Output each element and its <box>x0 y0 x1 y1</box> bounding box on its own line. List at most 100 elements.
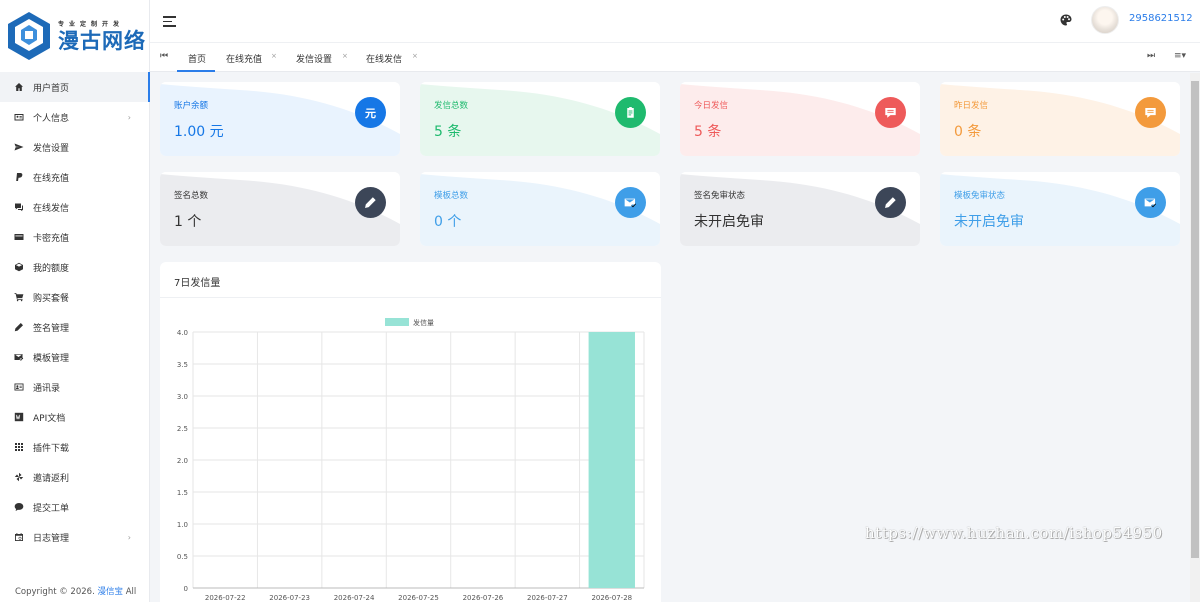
stat-card-value: 0 个 <box>434 214 462 230</box>
sidebar-item[interactable]: 日志管理 › <box>0 522 149 552</box>
tab-home[interactable]: 首页 <box>188 52 206 65</box>
legend-swatch <box>385 318 409 326</box>
paypal-icon <box>13 171 25 183</box>
sidebar-item-label: 发信设置 <box>33 143 70 154</box>
active-tab-indicator <box>177 70 215 72</box>
stat-card[interactable]: 签名免审状态 未开启免审 <box>680 172 920 246</box>
sidebar-item[interactable]: API文档 <box>0 402 149 432</box>
sidebar-item[interactable]: 模板管理 <box>0 342 149 372</box>
avatar[interactable] <box>1091 6 1119 34</box>
stat-card-label: 签名免审状态 <box>694 191 746 201</box>
sidebar-item[interactable]: 通讯录 <box>0 372 149 402</box>
copyright-suffix: All <box>125 587 137 597</box>
stat-card-label: 今日发信 <box>694 101 729 111</box>
y-tick-label: 3.0 <box>177 393 188 401</box>
palette-icon[interactable] <box>1060 14 1072 26</box>
username-link[interactable]: 2958621512 <box>1129 13 1193 24</box>
tab-close-icon[interactable]: × <box>271 52 277 60</box>
x-tick-label: 2026-07-27 <box>527 594 568 602</box>
tabs-scroll-right-icon[interactable]: ⏭ <box>1147 51 1155 61</box>
logo-name: 漫古网络 <box>58 28 146 53</box>
sidebar-item[interactable]: 在线充值 <box>0 162 149 192</box>
sidebar-item[interactable]: 发信设置 <box>0 132 149 162</box>
stat-card[interactable]: 模板免审状态未开启免审 <box>940 172 1180 246</box>
tab-close-icon[interactable]: × <box>412 52 418 60</box>
card-icon <box>13 231 25 243</box>
tab-send-settings[interactable]: 发信设置 <box>296 52 332 65</box>
chart-panel: 7日发信量 0 0.5 1.0 1.5 2.0 2.5 3.0 3.5 4.0 2026-07-2… <box>160 262 661 602</box>
pen-icon <box>13 321 25 333</box>
cube-icon <box>13 261 25 273</box>
sidebar-item[interactable]: 提交工单 <box>0 492 149 522</box>
stat-card[interactable]: 模板总数 0 个 <box>420 172 660 246</box>
tab-online-send[interactable]: 在线发信 <box>366 52 402 65</box>
sidebar-item-label: 通讯录 <box>33 383 61 394</box>
sidebar-item-label: 个人信息 <box>33 113 70 124</box>
tab-online-recharge[interactable]: 在线充值 <box>226 52 262 65</box>
yuan-symbol: 元 <box>365 106 376 120</box>
stat-card-value: 1 个 <box>174 214 202 230</box>
stat-card[interactable]: 发信总数 5 条 <box>420 82 660 156</box>
stat-card-label: 签名总数 <box>174 191 209 201</box>
y-tick-label: 1.0 <box>177 521 188 529</box>
sidebar-item[interactable]: 卡密充值 <box>0 222 149 252</box>
stat-card[interactable]: 昨日发信 0 条 <box>940 82 1180 156</box>
sidebar-item[interactable]: 邀请返利 <box>0 462 149 492</box>
stat-card[interactable]: 今日发信 5 条 <box>680 82 920 156</box>
copyright-prefix: Copyright © 2026. <box>15 587 95 597</box>
tabs-scroll-left-icon[interactable]: ⏮ <box>160 51 168 61</box>
sidebar-item-label: 模板管理 <box>33 353 70 364</box>
calendar-icon <box>13 531 25 543</box>
sidebar-item-label: 用户首页 <box>33 83 70 94</box>
contacts-icon <box>13 381 25 393</box>
sidebar-item[interactable]: 用户首页 <box>0 72 150 102</box>
sidebar-item-label: API文档 <box>33 413 66 424</box>
y-tick-label: 2.0 <box>177 457 188 465</box>
y-tick-label: 2.5 <box>177 425 188 433</box>
chevron-right-icon: › <box>127 112 131 122</box>
stat-card-value: 未开启免审 <box>954 214 1024 230</box>
y-tick-label: 0 <box>184 585 188 593</box>
sidebar-item[interactable]: 我的额度 <box>0 252 149 282</box>
tab-close-icon[interactable]: × <box>342 52 348 60</box>
stat-card-value: 0 条 <box>954 124 982 140</box>
sidebar-item-label: 签名管理 <box>33 323 70 334</box>
logo[interactable]: 专业定制开发 漫古网络 <box>0 0 149 70</box>
x-tick-label: 2026-07-22 <box>205 594 246 602</box>
stat-card-value: 5 条 <box>434 124 462 140</box>
mail-check-icon <box>13 351 25 363</box>
logo-slogan: 专业定制开发 <box>58 20 125 28</box>
sidebar-menu: 用户首页个人信息 › 发信设置在线充值 在线发信卡密充值我的额度购买套餐签名管理模板管… <box>0 72 150 552</box>
scrollbar-thumb[interactable] <box>1191 81 1199 558</box>
sidebar-item-label: 卡密充值 <box>33 233 70 244</box>
sidebar-item[interactable]: 插件下载 <box>0 432 149 462</box>
sidebar-item[interactable]: 个人信息 › <box>0 102 149 132</box>
grid-icon <box>13 441 25 453</box>
copyright-brand-link[interactable]: 漫信宝 <box>97 587 123 597</box>
chart-bar <box>588 332 635 588</box>
stat-card-label: 模板免审状态 <box>954 191 1006 201</box>
stat-card-label: 模板总数 <box>434 191 469 201</box>
chevron-right-icon: › <box>127 532 131 542</box>
sidebar-item[interactable]: 签名管理 <box>0 312 149 342</box>
copyright: Copyright © 2026. 漫信宝 All <box>15 585 136 597</box>
x-tick-label: 2026-07-28 <box>591 594 632 602</box>
y-tick-label: 3.5 <box>177 361 188 369</box>
page-scrollbar[interactable] <box>1190 73 1200 602</box>
stat-card[interactable]: 账户余额 1.00 元 元 <box>160 82 400 156</box>
sidebar: 专业定制开发 漫古网络 用户首页个人信息 › 发信设置在线充值 在线发信卡密充值我的额… <box>0 0 150 602</box>
chat-icon <box>13 501 25 513</box>
pinwheel-icon <box>13 471 25 483</box>
comment-icon <box>1135 97 1166 128</box>
y-tick-label: 1.5 <box>177 489 188 497</box>
sidebar-item[interactable]: 购买套餐 <box>0 282 149 312</box>
menu-toggle-icon[interactable] <box>163 16 176 30</box>
sidebar-item[interactable]: 在线发信 <box>0 192 149 222</box>
mail-check-icon <box>1135 187 1166 218</box>
y-tick-label: 0.5 <box>177 553 188 561</box>
home-icon <box>13 81 25 93</box>
sidebar-item-label: 我的额度 <box>33 263 70 274</box>
stat-card[interactable]: 签名总数 1 个 <box>160 172 400 246</box>
sidebar-item-label: 日志管理 <box>33 533 70 544</box>
tabs-menu-dropdown-icon[interactable]: ≡▾ <box>1174 51 1186 61</box>
